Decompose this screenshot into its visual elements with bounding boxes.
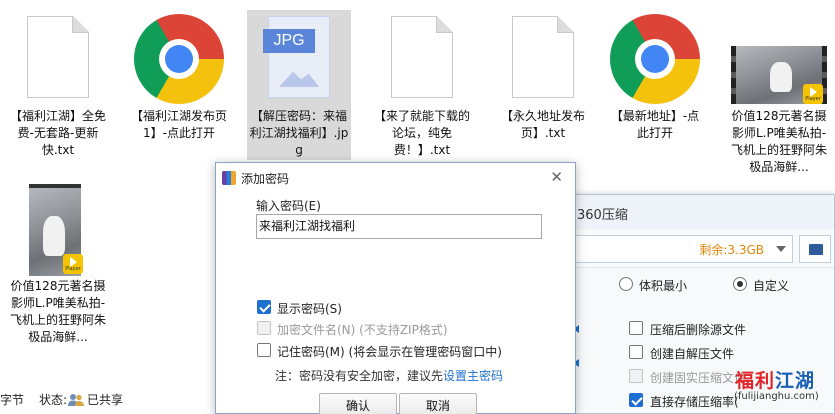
add-password-dialog: 添加密码 ✕ 输入密码(E) 来福利江湖找福利 显示密码(S) 加密文件名(N)… bbox=[215, 162, 576, 414]
encrypt-filenames-checkbox bbox=[257, 321, 271, 335]
show-password-checkbox[interactable] bbox=[257, 300, 271, 314]
password-input[interactable]: 来福利江湖找福利 bbox=[256, 214, 542, 239]
file-item-selected[interactable]: JPG 【解压密码：来福利江湖找福利】.jpg bbox=[247, 10, 351, 160]
delete-source-checkbox[interactable] bbox=[629, 321, 643, 335]
watermark-logo: 福利江湖 bbox=[735, 370, 816, 392]
file-item[interactable]: 【来了就能下载的论坛，纯免费！】.txt bbox=[372, 10, 472, 160]
file-name: 【福利江湖】全免费-无套路-更新快.txt bbox=[10, 109, 107, 157]
radio-custom-label: 自定义 bbox=[753, 279, 790, 293]
file-name: 【解压密码：来福利江湖找福利】.jpg bbox=[249, 109, 349, 157]
self-extract-checkbox[interactable] bbox=[629, 345, 643, 359]
file-name: 【永久地址发布页】.txt bbox=[500, 109, 585, 140]
dialog-title: 添加密码 bbox=[241, 172, 290, 186]
radio-custom[interactable] bbox=[733, 277, 747, 291]
store-ratio-checkbox[interactable] bbox=[629, 393, 643, 407]
compressor-title: 360压缩 bbox=[577, 208, 628, 223]
file-name: 【福利江湖发布页1】-点此打开 bbox=[131, 109, 228, 140]
file-item[interactable]: 【最新地址】-点此打开 bbox=[605, 10, 705, 160]
remember-password-checkbox[interactable] bbox=[257, 343, 271, 357]
remember-password-label: 记住密码(M) (将会显示在管理密码窗口中) bbox=[277, 345, 502, 359]
watermark-url: (fulijianghu.com) bbox=[734, 391, 819, 402]
shared-users-icon bbox=[68, 394, 84, 406]
file-item[interactable]: 【永久地址发布页】.txt bbox=[493, 10, 593, 160]
chrome-icon bbox=[610, 14, 700, 104]
ok-button[interactable]: 确认 bbox=[319, 393, 397, 414]
hint-text: 注：密码没有安全加密，建议先 bbox=[275, 369, 444, 383]
remaining-space: 剩余:3.3GB bbox=[699, 243, 764, 257]
file-item[interactable]: Player 价值128元著名摄影师L.P唯美私拍-飞机上的狂野阿朱 极品海鲜.… bbox=[727, 10, 831, 180]
store-ratio-label: 直接存储压缩率( bbox=[650, 395, 739, 409]
dialog-titlebar: 添加密码 ✕ bbox=[216, 163, 575, 193]
delete-source-label: 压缩后删除源文件 bbox=[650, 323, 747, 337]
status-size: 字节 bbox=[0, 393, 25, 407]
solid-archive-checkbox bbox=[629, 369, 643, 383]
site-watermark: 福利江湖 (fulijianghu.com) bbox=[734, 362, 835, 414]
folder-icon bbox=[809, 244, 823, 255]
password-label: 输入密码(E) bbox=[256, 199, 321, 213]
file-name: 【来了就能下载的论坛，纯免费！】.txt bbox=[374, 109, 471, 157]
text-file-icon bbox=[391, 16, 453, 98]
radio-smallest-label: 体积最小 bbox=[639, 279, 688, 293]
close-icon[interactable]: ✕ bbox=[550, 168, 563, 186]
text-file-icon bbox=[512, 16, 574, 98]
file-item[interactable]: 【福利江湖发布页1】-点此打开 bbox=[129, 10, 229, 160]
show-password-label: 显示密码(S) bbox=[277, 302, 342, 316]
radio-smallest[interactable] bbox=[619, 277, 633, 291]
file-name: 【最新地址】-点此打开 bbox=[610, 109, 700, 140]
chrome-icon bbox=[134, 14, 224, 104]
video-thumbnail-icon: Player bbox=[29, 184, 87, 276]
player-badge-icon: Player bbox=[803, 84, 823, 104]
divider bbox=[561, 267, 834, 268]
set-master-password-link[interactable]: 设置主密码 bbox=[443, 369, 503, 383]
text-file-icon bbox=[27, 16, 89, 98]
security-hint: 注：密码没有安全加密，建议先设置主密码 bbox=[275, 367, 503, 384]
file-name: 价值128元著名摄影师L.P唯美私拍-飞机上的狂野阿朱 极品海鲜... bbox=[10, 279, 107, 344]
archive-app-icon bbox=[222, 171, 236, 185]
encrypt-filenames-label: 加密文件名(N) (不支持ZIP格式) bbox=[277, 323, 448, 337]
status-label: 状态: bbox=[39, 393, 68, 407]
cancel-button[interactable]: 取消 bbox=[399, 393, 477, 414]
share-state: 已共享 bbox=[87, 393, 124, 407]
browse-folder-button[interactable] bbox=[799, 235, 831, 263]
chevron-down-icon[interactable] bbox=[776, 246, 786, 252]
self-extract-label: 创建自解压文件 bbox=[650, 347, 735, 361]
status-bar: 字节 状态: 已共享 bbox=[0, 386, 220, 414]
file-item[interactable]: 【福利江湖】全免费-无套路-更新快.txt bbox=[8, 10, 108, 160]
destination-path-field[interactable]: 剩余:3.3GB bbox=[561, 235, 793, 263]
file-name: 价值128元著名摄影师L.P唯美私拍-飞机上的狂野阿朱 极品海鲜... bbox=[730, 109, 827, 174]
jpg-file-icon: JPG bbox=[263, 16, 330, 98]
player-badge-icon: Player bbox=[63, 254, 83, 274]
file-item[interactable]: Player 价值128元著名摄影师L.P唯美私拍-飞机上的狂野阿朱 极品海鲜.… bbox=[8, 180, 108, 350]
video-thumbnail-icon: Player bbox=[731, 46, 827, 104]
solid-archive-label: 创建固实压缩文件 bbox=[650, 371, 747, 385]
compressor-titlebar: 360压缩 bbox=[561, 195, 834, 229]
